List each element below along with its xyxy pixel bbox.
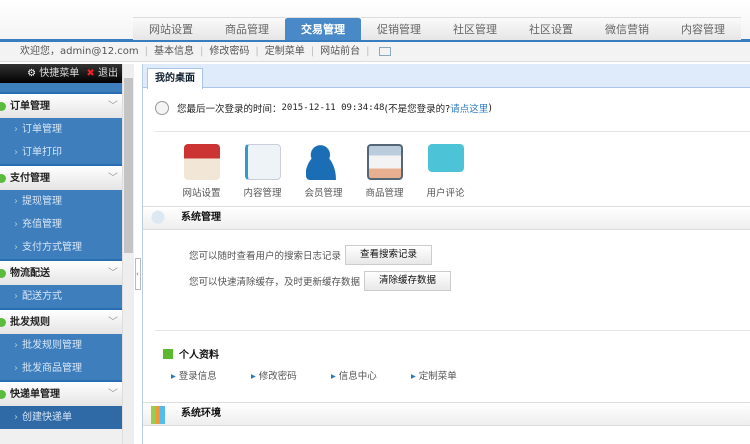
sidebar-item[interactable]: 提现管理 <box>0 190 122 213</box>
user-info-bar: 欢迎您，admin@12.com | 基本信息 | 修改密码 | 定制菜单 | 网站前台… <box>0 42 750 62</box>
sidebar-item[interactable]: 订单打印 <box>0 141 122 164</box>
user-search-icon <box>305 144 342 180</box>
link-basic-info[interactable]: 基本信息 <box>154 42 194 62</box>
scrollbar-thumb[interactable] <box>124 78 133 253</box>
quick-site-settings[interactable]: 网站设置 <box>171 144 232 199</box>
shortcut-menu-link[interactable]: 快捷菜单 <box>39 68 79 79</box>
sidebar-item[interactable]: 批发规则管理 <box>0 334 122 357</box>
divider <box>155 131 750 132</box>
save-upload-icon <box>366 144 403 180</box>
clear-cache-button[interactable]: 清除缓存数据 <box>364 271 452 291</box>
sidebar-group-logistics[interactable]: 物流配送 ﹀ <box>0 259 122 285</box>
link-site-front[interactable]: 网站前台 <box>320 42 360 62</box>
sidebar: ⚙ 快捷菜单 ✖ 退出 订单管理﹀ 订单管理订单打印 支付管理﹀ 提现管理充值管… <box>0 64 122 444</box>
quick-products[interactable]: 商品管理 <box>354 144 415 199</box>
profile-icon <box>163 348 173 359</box>
sidebar-collapse-handle[interactable]: ‹ <box>135 258 141 290</box>
link-login-info[interactable]: 登录信息 <box>171 368 251 382</box>
sidebar-group-express[interactable]: 快递单管理 ﹀ <box>0 380 122 406</box>
profile-header: 个人资料 <box>163 346 219 361</box>
chevron-down-icon: ﹀ <box>108 317 118 328</box>
link-change-password[interactable]: 修改密码 <box>251 368 331 382</box>
sidebar-item[interactable]: 支付方式管理 <box>0 236 122 259</box>
quick-comments[interactable]: 用户评论 <box>415 144 476 199</box>
sidebar-item[interactable]: 批发商品管理 <box>0 357 122 380</box>
sidebar-item[interactable]: 订单管理 <box>0 118 122 141</box>
quick-members[interactable]: 会员管理 <box>293 144 354 199</box>
sidebar-scrollbar[interactable] <box>122 64 134 444</box>
lightbulb-icon <box>151 210 165 228</box>
link-custom-menu[interactable]: 定制菜单 <box>411 368 491 382</box>
main-nav: 网站设置 商品管理 交易管理 促销管理 社区管理 社区设置 微信营销 内容管理 <box>133 17 741 40</box>
system-environment-header: 系统环境 <box>143 402 750 426</box>
tab-my-desktop[interactable]: 我的桌面 <box>147 68 203 89</box>
sidebar-item[interactable]: 充值管理 <box>0 213 122 236</box>
sidebar-item[interactable]: 配送方式 <box>0 285 122 308</box>
nav-tab-community[interactable]: 社区管理 <box>437 17 513 40</box>
link-change-password[interactable]: 修改密码 <box>209 42 249 62</box>
sidebar-group-wholesale[interactable]: 批发规则 ﹀ <box>0 308 122 334</box>
login-time: 2015-12-11 09:34:48 <box>281 103 385 113</box>
login-end: ) <box>488 102 492 114</box>
click-here-link[interactable]: 请点这里 <box>450 101 488 115</box>
sidebar-header: ⚙ 快捷菜单 ✖ 退出 <box>0 64 122 83</box>
nav-tab-wechat[interactable]: 微信营销 <box>589 17 665 40</box>
group-icon <box>0 174 6 183</box>
chevron-down-icon: ﹀ <box>108 101 118 112</box>
chevron-down-icon: ﹀ <box>108 268 118 279</box>
clear-cache-row: 您可以快速清除缓存，及时更新缓存数据 清除缓存数据 <box>189 271 452 291</box>
document-icon <box>244 144 281 180</box>
divider <box>155 330 750 331</box>
gear-icon: ⚙ <box>27 68 37 79</box>
profile-links: 登录信息 修改密码 信息中心 定制菜单 <box>171 368 491 382</box>
nav-tab-community-settings[interactable]: 社区设置 <box>513 17 589 40</box>
sidebar-group-orders[interactable]: 订单管理 ﹀ <box>0 92 122 118</box>
nav-tab-trade[interactable]: 交易管理 <box>285 17 361 40</box>
main-content: 我的桌面 您最后一次登录的时间： 2015-12-11 09:34:48 (不是… <box>142 64 750 444</box>
search-log-row: 您可以随时查看用户的搜索日志记录 查看搜索记录 <box>189 245 433 265</box>
sidebar-item[interactable]: 创建快递单 <box>0 406 122 429</box>
mail-icon[interactable] <box>379 47 392 56</box>
system-management-header: 系统管理 <box>143 206 750 230</box>
view-search-log-button[interactable]: 查看搜索记录 <box>345 245 433 265</box>
content-tabbar: 我的桌面 <box>143 64 750 89</box>
quick-links: 网站设置 内容管理 会员管理 商品管理 用户评论 <box>171 144 476 199</box>
login-label: 您最后一次登录的时间： <box>177 104 282 115</box>
speech-bubble-icon <box>427 144 464 172</box>
last-login-info: 您最后一次登录的时间： 2015-12-11 09:34:48 (不是您登录的?… <box>155 101 492 115</box>
chevron-down-icon: ﹀ <box>108 173 118 184</box>
group-icon <box>0 269 6 278</box>
logout-link[interactable]: 退出 <box>98 68 118 79</box>
bar-chart-icon <box>151 406 165 424</box>
group-icon <box>0 318 6 327</box>
group-icon <box>0 390 6 399</box>
welcome-text: 欢迎您，admin@12.com <box>20 45 139 57</box>
quick-content[interactable]: 内容管理 <box>232 144 293 199</box>
nav-tab-site-settings[interactable]: 网站设置 <box>133 17 209 40</box>
link-message-center[interactable]: 信息中心 <box>331 368 411 382</box>
sidebar-group-payment[interactable]: 支付管理 ﹀ <box>0 164 122 190</box>
clock-icon <box>155 101 169 115</box>
close-icon: ✖ <box>86 68 95 79</box>
chevron-down-icon: ﹀ <box>108 389 118 400</box>
nav-tab-products[interactable]: 商品管理 <box>209 17 285 40</box>
link-custom-menu[interactable]: 定制菜单 <box>265 42 305 62</box>
group-icon <box>0 102 6 111</box>
top-header: 网站设置 商品管理 交易管理 促销管理 社区管理 社区设置 微信营销 内容管理 <box>0 0 750 42</box>
nav-tab-promotion[interactable]: 促销管理 <box>361 17 437 40</box>
house-icon <box>183 144 220 180</box>
login-question: (不是您登录的? <box>384 104 451 115</box>
nav-tab-content[interactable]: 内容管理 <box>665 17 741 40</box>
